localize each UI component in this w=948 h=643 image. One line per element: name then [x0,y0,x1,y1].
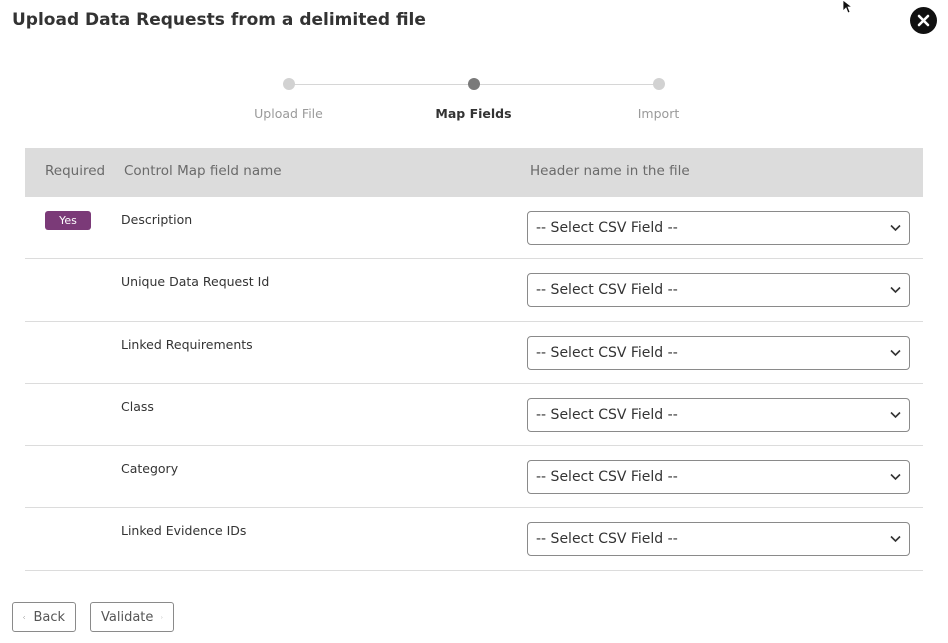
select-value: -- Select CSV Field -- [536,531,678,548]
column-header-field: Control Map field name [124,163,282,179]
table-row: Category -- Select CSV Field -- [25,446,923,509]
field-name: Category [121,461,179,477]
chevron-down-icon [890,411,901,419]
back-button[interactable]: Back [12,602,76,632]
table-row: Yes Description -- Select CSV Field -- [25,197,923,260]
stepper: Upload File Map Fields Import [196,78,751,128]
step-label: Upload File [254,106,323,121]
close-button[interactable] [910,7,937,34]
column-header-file-header: Header name in the file [530,163,690,179]
csv-field-select[interactable]: -- Select CSV Field -- [527,460,910,495]
chevron-right-icon [161,615,163,619]
required-badge: Yes [45,211,91,230]
select-value: -- Select CSV Field -- [536,406,678,423]
csv-field-select[interactable]: -- Select CSV Field -- [527,397,910,432]
field-name: Linked Evidence IDs [121,523,247,539]
field-name: Linked Requirements [121,336,253,352]
field-name: Description [121,212,193,227]
close-icon [917,14,930,27]
csv-field-select[interactable]: -- Select CSV Field -- [527,522,910,557]
step-label: Import [637,106,680,121]
step-map-fields: Map Fields [381,78,566,121]
table-row: Linked Evidence IDs -- Select CSV Field … [25,508,923,571]
table-row: Class -- Select CSV Field -- [25,384,923,447]
back-button-label: Back [33,609,65,625]
mouse-cursor-icon [842,0,854,14]
table-header: Required Control Map field name Header n… [25,148,923,197]
step-dot [282,78,295,90]
step-upload-file: Upload File [196,78,381,121]
validate-button[interactable]: Validate [90,602,174,632]
upload-dialog: Upload Data Requests from a delimited fi… [0,0,948,643]
chevron-down-icon [890,474,901,481]
field-mapping-table: Required Control Map field name Header n… [25,148,923,571]
chevron-down-icon [890,536,901,543]
column-header-required: Required [45,163,106,179]
select-value: -- Select CSV Field -- [536,220,678,236]
chevron-left-icon [23,615,26,619]
select-value: -- Select CSV Field -- [536,282,678,299]
step-dot-active [467,78,480,90]
select-value: -- Select CSV Field -- [536,344,678,361]
csv-field-select[interactable]: -- Select CSV Field -- [527,335,910,370]
chevron-down-icon [890,349,901,356]
field-name: Class [121,398,154,414]
step-import: Import [566,78,751,121]
dialog-title: Upload Data Requests from a delimited fi… [12,10,426,30]
table-row: Unique Data Request Id -- Select CSV Fie… [25,259,923,322]
field-name: Unique Data Request Id [121,274,270,290]
csv-field-select[interactable]: -- Select CSV Field -- [527,211,910,245]
step-label: Map Fields [435,106,512,121]
validate-button-label: Validate [101,609,154,625]
csv-field-select[interactable]: -- Select CSV Field -- [527,273,910,308]
table-row: Linked Requirements -- Select CSV Field … [25,322,923,384]
step-dot [652,78,665,90]
select-value: -- Select CSV Field -- [536,469,678,486]
chevron-down-icon [890,224,901,232]
chevron-down-icon [890,287,901,294]
